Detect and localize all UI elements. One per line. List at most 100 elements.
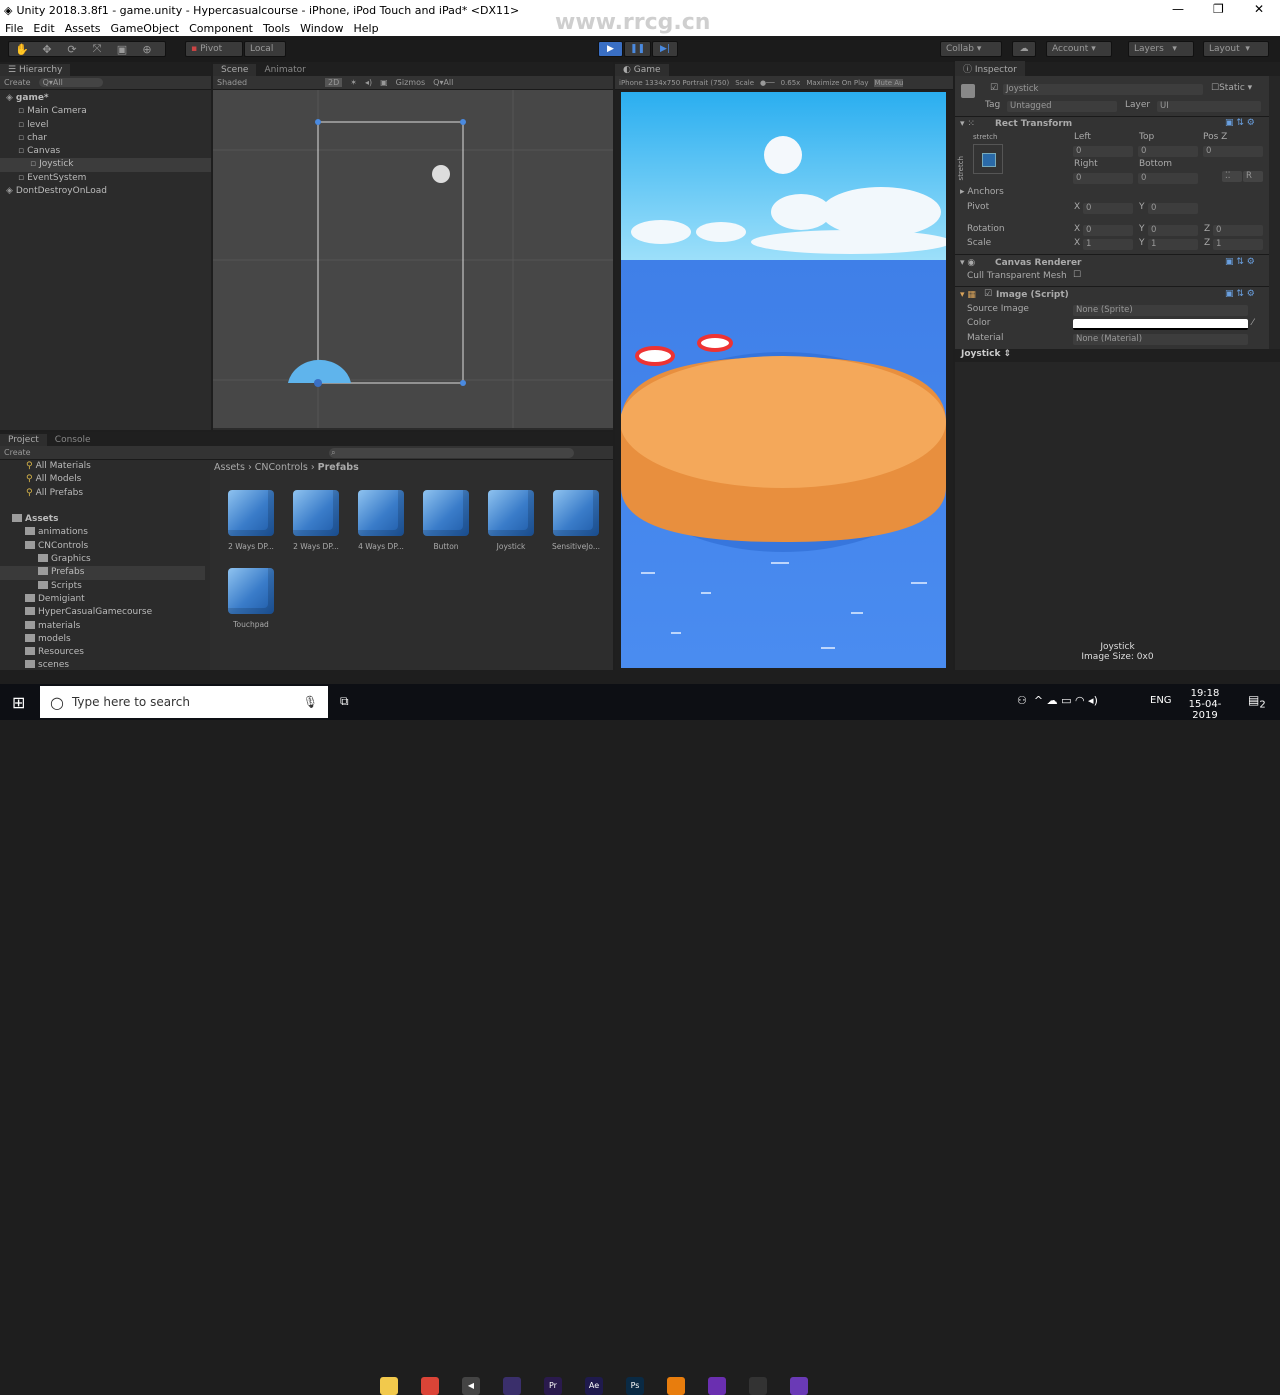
prefab-asset[interactable]: Joystick (481, 490, 541, 551)
breadcrumb-item[interactable]: Prefabs (318, 462, 359, 473)
menu-assets[interactable]: Assets (60, 22, 106, 35)
pivot-button[interactable]: ▪ Pivot (185, 41, 243, 57)
eyedropper-icon[interactable]: ⁄ (1252, 318, 1254, 328)
layout-dropdown[interactable]: Layout ▾ (1203, 41, 1269, 57)
taskbar-search-input[interactable]: ○ Type here to search 🎙 (40, 686, 328, 718)
tab-console[interactable]: Console (47, 434, 99, 446)
menu-help[interactable]: Help (348, 22, 383, 35)
tab-project[interactable]: Project (0, 434, 47, 446)
collab-dropdown[interactable]: Collab ▾ (940, 41, 1002, 57)
folder-item[interactable]: materials (0, 620, 205, 633)
maximize-on-play-toggle[interactable]: Maximize On Play (806, 79, 868, 87)
pivot-y-field[interactable]: 0 (1148, 203, 1198, 214)
prefab-asset[interactable]: 4 Ways DP... (351, 490, 411, 551)
rotation-z-field[interactable]: 0 (1213, 225, 1263, 236)
obs-icon[interactable] (749, 1377, 767, 1395)
photoshop-icon[interactable]: Ps (626, 1377, 644, 1395)
prefab-asset[interactable]: 2 Ways DP... (221, 490, 281, 551)
folder-item[interactable]: CNControls (0, 540, 205, 553)
prefab-asset[interactable]: SensitiveJo... (546, 490, 606, 551)
menu-gameobject[interactable]: GameObject (106, 22, 185, 35)
color-swatch[interactable] (1073, 319, 1248, 330)
image-script-header[interactable]: Image (Script) (996, 290, 1069, 300)
account-dropdown[interactable]: Account ▾ (1046, 41, 1112, 57)
anchors-foldout[interactable]: ▸ Anchors (960, 187, 1004, 197)
scene-search-input[interactable]: Q▾All (433, 78, 453, 87)
notifications-icon[interactable]: ▤2 (1248, 693, 1266, 710)
maximize-button[interactable]: ❐ (1213, 2, 1224, 16)
effects-toggle[interactable]: ▣ (380, 78, 388, 87)
menu-edit[interactable]: Edit (28, 22, 59, 35)
posz-field[interactable]: 0 (1203, 146, 1263, 157)
scale-y-field[interactable]: 1 (1148, 239, 1198, 250)
windows-start-icon[interactable]: ⊞ (12, 693, 25, 712)
chrome-icon[interactable] (421, 1377, 439, 1395)
shading-dropdown[interactable]: Shaded (217, 78, 317, 87)
create-button[interactable]: Create (4, 78, 31, 87)
tab-inspector[interactable]: ⓘ Inspector (955, 61, 1025, 76)
favorite-item[interactable]: ⚲ All Models (0, 473, 205, 486)
after-effects-icon[interactable]: Ae (585, 1377, 603, 1395)
play-button[interactable]: ▶ (598, 41, 623, 57)
tag-dropdown[interactable]: Untagged (1007, 101, 1117, 112)
lighting-toggle[interactable]: ✶ (350, 78, 357, 87)
source-image-field[interactable]: None (Sprite) (1073, 305, 1248, 316)
minimize-button[interactable]: — (1172, 2, 1184, 16)
hierarchy-item[interactable]: ▫ EventSystem (0, 172, 211, 185)
create-button[interactable]: Create (4, 448, 31, 457)
tab-animator[interactable]: Animator (256, 64, 313, 76)
folder-item[interactable]: scenes (0, 659, 205, 670)
active-checkbox[interactable]: ☑ (990, 83, 998, 93)
layers-dropdown[interactable]: Layers ▾ (1128, 41, 1194, 57)
folder-item[interactable]: HyperCasualGamecourse (0, 606, 205, 619)
cull-checkbox[interactable]: ☐ (1073, 270, 1081, 280)
hierarchy-item[interactable]: ▫ level (0, 119, 211, 132)
anchor-presets-button[interactable] (973, 144, 1003, 174)
blueprint-mode-button[interactable]: ⁚⁚ (1222, 171, 1242, 182)
project-search-input[interactable]: ⌕ (328, 447, 574, 458)
tab-game[interactable]: ◐ Game (615, 64, 669, 76)
material-field[interactable]: None (Material) (1073, 334, 1248, 345)
layer-dropdown[interactable]: UI (1157, 101, 1261, 112)
pivot-x-field[interactable]: 0 (1083, 203, 1133, 214)
menu-window[interactable]: Window (295, 22, 348, 35)
name-field[interactable]: Joystick (1003, 84, 1203, 95)
scale-icon[interactable]: ⤧ (89, 42, 105, 56)
folder-item[interactable]: animations (0, 526, 205, 539)
move-icon[interactable]: ✥ (39, 43, 55, 56)
folder-item[interactable]: Demigiant (0, 593, 205, 606)
step-button[interactable]: ▶| (652, 41, 678, 57)
raw-edit-button[interactable]: R (1243, 171, 1263, 182)
unity-icon[interactable]: ◀ (462, 1377, 480, 1395)
folder-item[interactable]: models (0, 633, 205, 646)
transform-icon[interactable]: ⊕ (139, 43, 155, 56)
rotation-y-field[interactable]: 0 (1148, 225, 1198, 236)
2d-toggle[interactable]: 2D (325, 78, 343, 87)
pause-button[interactable]: ❚❚ (624, 41, 651, 57)
right-field[interactable]: 0 (1073, 173, 1133, 184)
people-icon[interactable]: ⚇ ^ ☁ ▭ ◠ ◂) (1017, 694, 1098, 707)
blender-icon[interactable] (667, 1377, 685, 1395)
hierarchy-item[interactable]: ▫ Joystick (0, 158, 211, 172)
canvas-renderer-header[interactable]: Canvas Renderer (995, 258, 1081, 268)
cloud-button[interactable]: ☁ (1012, 41, 1036, 57)
component-icons[interactable]: ▣ ⇅ ⚙ (1225, 118, 1255, 128)
hand-icon[interactable]: ✋ (14, 43, 30, 56)
breadcrumb-item[interactable]: CNControls (255, 462, 308, 473)
prefab-asset[interactable]: Button (416, 490, 476, 551)
microphone-icon[interactable]: 🎙 (303, 695, 318, 709)
firefox-icon[interactable] (708, 1377, 726, 1395)
premiere-icon[interactable]: Pr (544, 1377, 562, 1395)
premiere-icon-1[interactable] (503, 1377, 521, 1395)
gizmos-dropdown[interactable]: Gizmos (396, 78, 425, 87)
folder-item[interactable]: Resources (0, 646, 205, 659)
scale-slider[interactable]: ●── (760, 79, 775, 87)
rect-transform-header[interactable]: Rect Transform (995, 119, 1072, 129)
close-button[interactable]: ✕ (1254, 2, 1264, 16)
component-icons[interactable]: ▣ ⇅ ⚙ (1225, 289, 1255, 299)
favorite-item[interactable]: ⚲ All Prefabs (0, 487, 205, 500)
local-button[interactable]: Local (244, 41, 286, 57)
language-indicator[interactable]: ENG (1150, 695, 1172, 706)
menu-file[interactable]: File (0, 22, 28, 35)
file-explorer-icon[interactable] (380, 1377, 398, 1395)
